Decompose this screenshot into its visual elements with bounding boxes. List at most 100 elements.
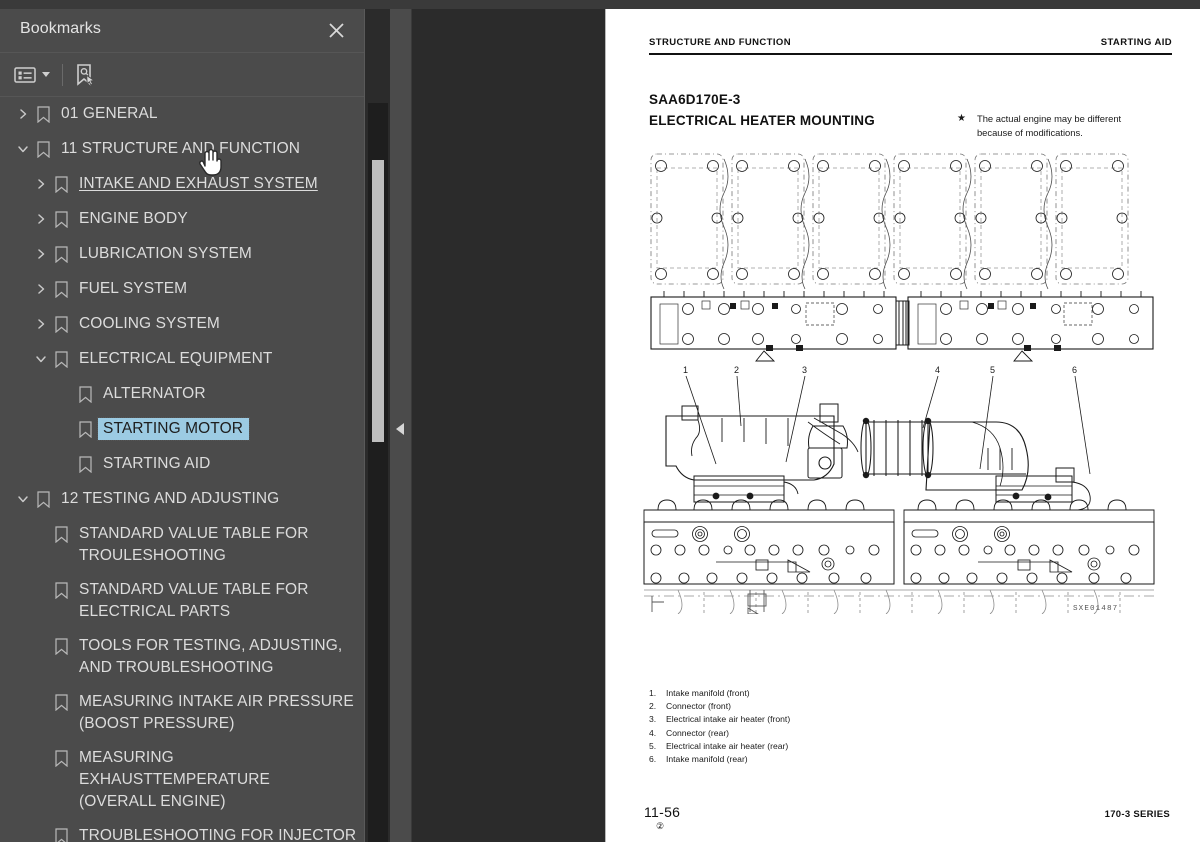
bookmark-item-standard-value-table-for-electrical-parts[interactable]: STANDARD VALUE TABLE FOR ELECTRICAL PART… [0,573,365,629]
page-head-rule [649,53,1172,55]
figure-intake-manifold-side-view: 1 2 3 4 5 6 [643,365,1155,614]
svg-text:2: 2 [734,365,739,375]
bookmark-label: ALTERNATOR [103,385,206,402]
bookmark-label: LUBRICATION SYSTEM [79,245,252,262]
bookmark-label: STARTING AID [103,455,211,472]
list-options-icon[interactable] [14,61,50,89]
bookmark-icon [50,635,72,657]
bookmark-item-engine-body[interactable]: ENGINE BODY [0,202,365,237]
legend-text: Electrical intake air heater (rear) [666,740,789,751]
bookmark-item-cooling-system[interactable]: COOLING SYSTEM [0,307,365,342]
bookmark-label: TROUBLESHOOTING FOR INJECTOR [79,827,357,842]
legend-text: Intake manifold (rear) [666,754,748,765]
collapse-left-arrow-icon [396,423,404,435]
bookmark-item-starting-motor[interactable]: STARTING MOTOR [0,412,365,447]
chevron-down-icon[interactable] [14,138,32,160]
bookmark-label: STARTING MOTOR [96,417,251,441]
bookmark-item-intake-and-exhaust-system[interactable]: INTAKE AND EXHAUST SYSTEM [0,167,365,202]
panel-collapse-strip[interactable] [390,9,412,842]
bookmark-item-01-general[interactable]: 01 GENERAL [0,97,365,132]
legend-text: Connector (front) [666,701,731,712]
legend-text: Electrical intake air heater (front) [666,714,791,725]
chevron-down-icon[interactable] [32,348,50,370]
bookmark-item-measuring-exhausttemperature-overall-engine[interactable]: MEASURING EXHAUSTTEMPERATURE (OVERALL EN… [0,741,365,819]
window-top-strip [0,0,1200,9]
close-icon[interactable] [324,18,348,42]
bookmark-label: FUEL SYSTEM [79,280,188,297]
bookmark-icon [50,278,72,300]
chevron-right-icon[interactable] [32,313,50,335]
bookmark-label: 11 STRUCTURE AND FUNCTION [61,140,301,157]
chevron-right-icon[interactable] [32,243,50,265]
new-bookmark-icon[interactable] [74,61,97,89]
bookmark-icon [50,825,72,842]
bookmark-item-starting-aid[interactable]: STARTING AID [0,447,365,482]
series-label: 170-3 SERIES [1104,809,1170,820]
chevron-right-icon[interactable] [14,103,32,125]
bookmark-label: MEASURING INTAKE AIR PRESSURE (BOOST PRE… [79,693,354,732]
bookmark-icon [50,523,72,545]
bookmark-item-lubrication-system[interactable]: LUBRICATION SYSTEM [0,237,365,272]
bookmark-icon [50,208,72,230]
chevron-right-icon[interactable] [32,278,50,300]
bookmark-item-fuel-system[interactable]: FUEL SYSTEM [0,272,365,307]
bookmark-item-12-testing-and-adjusting[interactable]: 12 TESTING AND ADJUSTING [0,482,365,517]
legend-number: 4. [649,727,657,738]
bookmark-icon [74,418,96,440]
svg-text:1: 1 [683,365,688,375]
bookmark-item-standard-value-table-for-trouleshooting[interactable]: STANDARD VALUE TABLE FOR TROULESHOOTING [0,517,365,573]
legend-item: 4. Connector (rear) [649,727,790,740]
bookmark-label: ENGINE BODY [79,210,188,227]
bookmark-icon [50,348,72,370]
bookmark-icon [74,453,96,475]
bookmark-label: TOOLS FOR TESTING, ADJUSTING, AND TROUBL… [79,637,343,676]
page-note: ★ The actual engine may be different bec… [957,112,1121,139]
bookmark-label: STANDARD VALUE TABLE FOR TROULESHOOTING [79,525,309,564]
svg-text:3: 3 [802,365,807,375]
engine-model: SAA6D170E-3 [649,92,741,107]
bookmarks-scrollbar-thumb[interactable] [372,160,384,442]
bookmarks-panel-header: Bookmarks [0,9,364,53]
chevron-right-icon[interactable] [32,208,50,230]
pdf-viewer-window: Bookmarks 01 GENERAL 11 STRUCTURE AND FU… [0,0,1200,842]
bookmark-icon [50,243,72,265]
bookmark-item-tools-for-testing-adjusting-and-troubleshooting[interactable]: TOOLS FOR TESTING, ADJUSTING, AND TROUBL… [0,629,365,685]
bookmark-item-electrical-equipment[interactable]: ELECTRICAL EQUIPMENT [0,342,365,377]
legend-text: Intake manifold (front) [666,688,750,698]
chevron-down-icon [42,72,50,77]
bookmark-label: 12 TESTING AND ADJUSTING [61,490,280,507]
chevron-right-icon[interactable] [32,173,50,195]
legend-number: 5. [649,740,657,751]
legend-item: 2. Connector (front) [649,700,790,713]
bookmark-item-alternator[interactable]: ALTERNATOR [0,377,365,412]
bookmark-label: INTAKE AND EXHAUST SYSTEM [79,175,318,192]
toolbar-separator [62,63,63,86]
bookmark-label: STANDARD VALUE TABLE FOR ELECTRICAL PART… [79,581,309,620]
bookmark-icon [50,313,72,335]
running-head-right: STARTING AID [1100,37,1172,48]
bookmark-item-11-structure-and-function[interactable]: 11 STRUCTURE AND FUNCTION [0,132,365,167]
bookmark-icon [50,173,72,195]
legend-text: Connector (rear) [666,727,730,738]
legend-item: 1. Intake manifold (front) [649,687,790,700]
chevron-down-icon[interactable] [14,488,32,510]
legend-item: 6. Intake manifold (rear) [649,753,790,766]
svg-text:6: 6 [1072,365,1077,375]
bookmark-icon [50,579,72,601]
page-title: ELECTRICAL HEATER MOUNTING [649,113,875,128]
bookmark-label: ELECTRICAL EQUIPMENT [79,350,273,367]
bookmark-icon [32,103,54,125]
bookmark-icon [50,691,72,713]
bookmark-item-measuring-intake-air-pressure-boost-pressure[interactable]: MEASURING INTAKE AIR PRESSURE (BOOST PRE… [0,685,365,741]
bookmark-label: 01 GENERAL [61,105,158,122]
bookmarks-tree[interactable]: 01 GENERAL 11 STRUCTURE AND FUNCTION INTAK… [0,97,365,842]
pdf-page: STRUCTURE AND FUNCTION STARTING AID SAA6… [605,9,1200,842]
bookmark-icon [50,747,72,769]
svg-text:4: 4 [935,365,940,375]
bookmark-item-troubleshooting-for-injector[interactable]: TROUBLESHOOTING FOR INJECTOR [0,819,365,842]
running-head-left: STRUCTURE AND FUNCTION [649,37,791,48]
figure-code: SXE01487 [1073,605,1119,613]
revision-mark: ② [656,821,665,831]
bookmark-label: MEASURING EXHAUSTTEMPERATURE (OVERALL EN… [79,749,270,810]
figure-legend: 1. Intake manifold (front) 2. Connector (fr… [649,687,790,766]
